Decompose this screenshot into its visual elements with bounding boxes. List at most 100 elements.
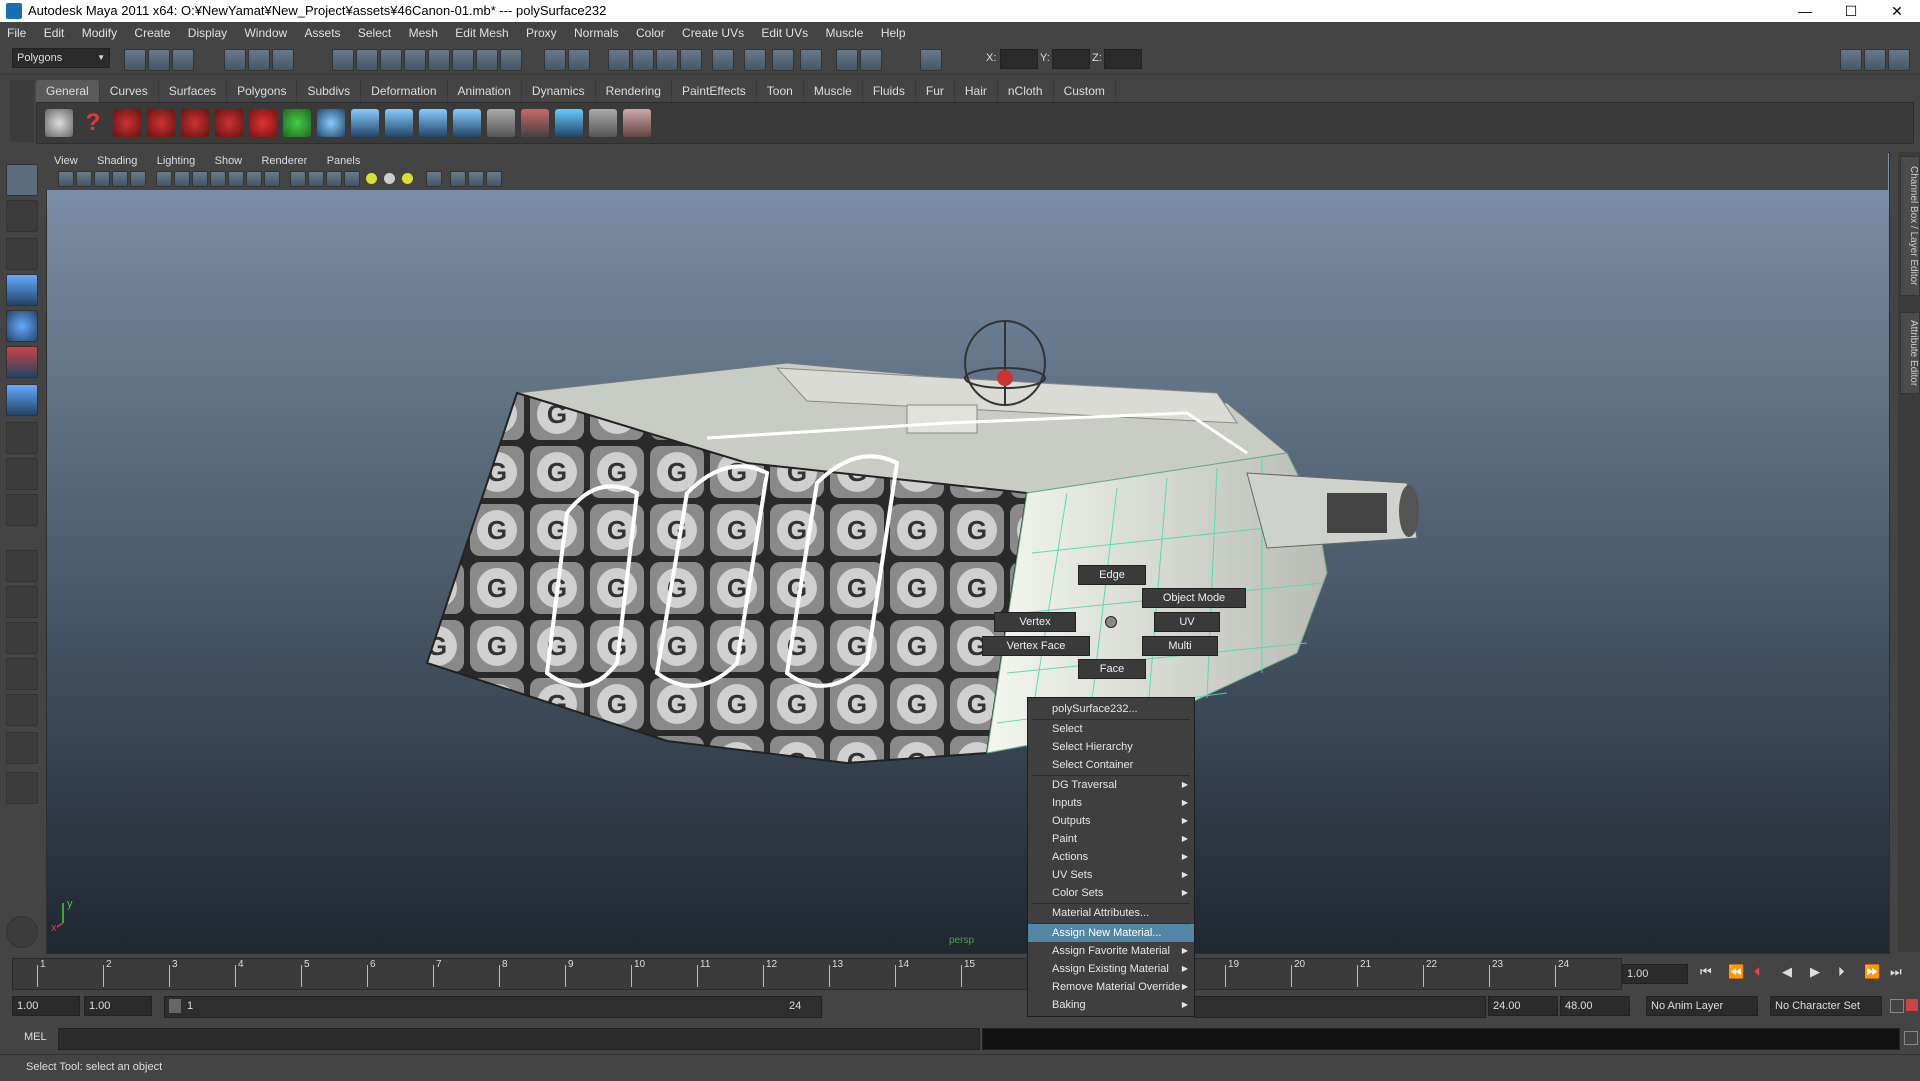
cube-grid-icon[interactable]	[589, 109, 617, 137]
paint-brush-icon[interactable]	[623, 109, 651, 137]
menu-window[interactable]: Window	[237, 22, 294, 44]
shelf-tab-rendering[interactable]: Rendering	[596, 80, 672, 102]
playback-start-field[interactable]: 1.00	[84, 996, 152, 1016]
shelf-tab-toon[interactable]: Toon	[757, 80, 804, 102]
menu-color[interactable]: Color	[629, 22, 672, 44]
paint-select-icon[interactable]	[6, 238, 38, 270]
script-editor-icon[interactable]	[800, 49, 822, 71]
wire-on-shaded-icon[interactable]	[192, 171, 208, 187]
shelf-tab-dynamics[interactable]: Dynamics	[522, 80, 596, 102]
cube-wire-icon[interactable]	[290, 171, 306, 187]
hypershade-layout-icon[interactable]	[6, 694, 38, 726]
sphere-icon[interactable]	[317, 109, 345, 137]
menu-display[interactable]: Display	[181, 22, 234, 44]
ctx-actions[interactable]: Actions ▶	[1028, 848, 1194, 866]
soft-mod-icon[interactable]	[6, 422, 38, 454]
animation-prefs-icon[interactable]	[1906, 999, 1918, 1011]
lock-icon[interactable]	[544, 49, 566, 71]
select-component-icon[interactable]	[272, 49, 294, 71]
shelf-tab-surfaces[interactable]: Surfaces	[159, 80, 228, 102]
marking-menu-uv[interactable]: UV	[1154, 612, 1220, 632]
snap-grid-icon[interactable]	[332, 49, 354, 71]
menu-set-dropdown[interactable]: Polygons ▼	[12, 48, 110, 68]
last-tool-icon[interactable]	[6, 494, 38, 526]
command-language-label[interactable]: MEL	[24, 1031, 47, 1043]
shelf-tab-hair[interactable]: Hair	[955, 80, 998, 102]
selected-light-icon[interactable]	[402, 173, 413, 184]
render-globals-icon[interactable]	[555, 109, 583, 137]
marking-menu-edge[interactable]: Edge	[1078, 565, 1146, 585]
panel-menu-lighting[interactable]: Lighting	[149, 152, 204, 170]
grid-icon[interactable]	[112, 171, 128, 187]
range-slider-extension[interactable]	[1194, 996, 1486, 1018]
bind-skin-icon[interactable]	[419, 109, 447, 137]
relative-transform-icon[interactable]	[860, 49, 882, 71]
y-field[interactable]	[1052, 49, 1090, 69]
menu-normals[interactable]: Normals	[567, 22, 626, 44]
manipulator-icon[interactable]	[6, 384, 38, 416]
range-slider[interactable]: 1 24	[164, 996, 822, 1018]
panel-menu-show[interactable]: Show	[207, 152, 251, 170]
shelf-tab-subdivs[interactable]: Subdivs	[297, 80, 362, 102]
command-input[interactable]	[58, 1028, 980, 1050]
step-back-key-icon[interactable]: ⏪	[1728, 964, 1744, 980]
select-object-icon[interactable]	[248, 49, 270, 71]
hand-tool-icon[interactable]	[6, 916, 38, 948]
playback-end-field[interactable]: 24.00	[1488, 996, 1558, 1016]
rotate-tool-icon[interactable]	[6, 310, 38, 342]
bookmark-icon[interactable]	[76, 171, 92, 187]
step-forward-key-icon[interactable]: ⏩	[1864, 964, 1880, 980]
snap-point-icon[interactable]	[380, 49, 402, 71]
ctx-header[interactable]: polySurface232...	[1028, 700, 1194, 718]
ctx-outputs[interactable]: Outputs ▶	[1028, 812, 1194, 830]
step-back-frame-icon[interactable]: ⏴	[1754, 964, 1761, 980]
ctx-material-attributes[interactable]: Material Attributes...	[1028, 904, 1194, 922]
play-forward-icon[interactable]: ▶	[1810, 964, 1820, 980]
animation-end-field[interactable]: 48.00	[1560, 996, 1630, 1016]
marking-menu-object-mode[interactable]: Object Mode	[1142, 588, 1246, 608]
menu-file[interactable]: File	[0, 22, 33, 44]
epcurve-icon[interactable]	[147, 109, 175, 137]
ctx-select-container[interactable]: Select Container	[1028, 756, 1194, 774]
character-set-dropdown[interactable]: No Character Set	[1770, 996, 1882, 1016]
film-gate-icon[interactable]	[130, 171, 146, 187]
range-start-handle[interactable]	[169, 999, 181, 1013]
step-forward-frame-icon[interactable]: ⏵	[1838, 964, 1845, 980]
snap-surface-icon[interactable]	[428, 49, 450, 71]
layout-menu-icon[interactable]	[6, 772, 38, 804]
menu-edit-mesh[interactable]: Edit Mesh	[448, 22, 515, 44]
revolve-icon[interactable]	[283, 109, 311, 137]
snap-together-icon[interactable]	[920, 49, 942, 71]
arc-curve-icon[interactable]	[215, 109, 243, 137]
snap-curve-icon[interactable]	[356, 49, 378, 71]
save-scene-icon[interactable]	[172, 49, 194, 71]
share-icon[interactable]	[486, 171, 502, 187]
animation-start-field[interactable]: 1.00	[12, 996, 80, 1016]
ctx-assign-existing-material[interactable]: Assign Existing Material ▶	[1028, 960, 1194, 978]
maximize-button[interactable]: ☐	[1828, 0, 1874, 22]
hypershade-icon[interactable]	[712, 49, 734, 71]
ctx-dg-traversal[interactable]: DG Traversal ▶	[1028, 776, 1194, 794]
smooth-shade-icon[interactable]	[174, 171, 190, 187]
four-view-layout-icon[interactable]	[6, 586, 38, 618]
attribute-editor-tab[interactable]: Attribute Editor	[1900, 312, 1920, 394]
shelf-tab-muscle[interactable]: Muscle	[804, 80, 863, 102]
go-to-end-icon[interactable]: ⏭	[1890, 964, 1902, 980]
paint-weights-icon[interactable]	[521, 109, 549, 137]
z-field[interactable]	[1104, 49, 1142, 69]
ctx-assign-new-material[interactable]: Assign New Material...	[1028, 924, 1194, 942]
graph-icon[interactable]	[487, 109, 515, 137]
render-view-icon[interactable]	[608, 49, 630, 71]
viewport-scene[interactable]: G	[47, 153, 1889, 953]
ctx-inputs[interactable]: Inputs ▶	[1028, 794, 1194, 812]
open-scene-icon[interactable]	[148, 49, 170, 71]
menu-create[interactable]: Create	[127, 22, 177, 44]
persp-outliner-layout-icon[interactable]	[6, 622, 38, 654]
x-field[interactable]	[1000, 49, 1038, 69]
persp-graph-layout-icon[interactable]	[6, 658, 38, 690]
perspective-viewport[interactable]: G	[46, 152, 1890, 954]
question-mark-icon[interactable]: ?	[79, 109, 107, 137]
shelf-tab-fur[interactable]: Fur	[916, 80, 955, 102]
close-button[interactable]: ✕	[1874, 0, 1920, 22]
textured-icon[interactable]	[210, 171, 226, 187]
